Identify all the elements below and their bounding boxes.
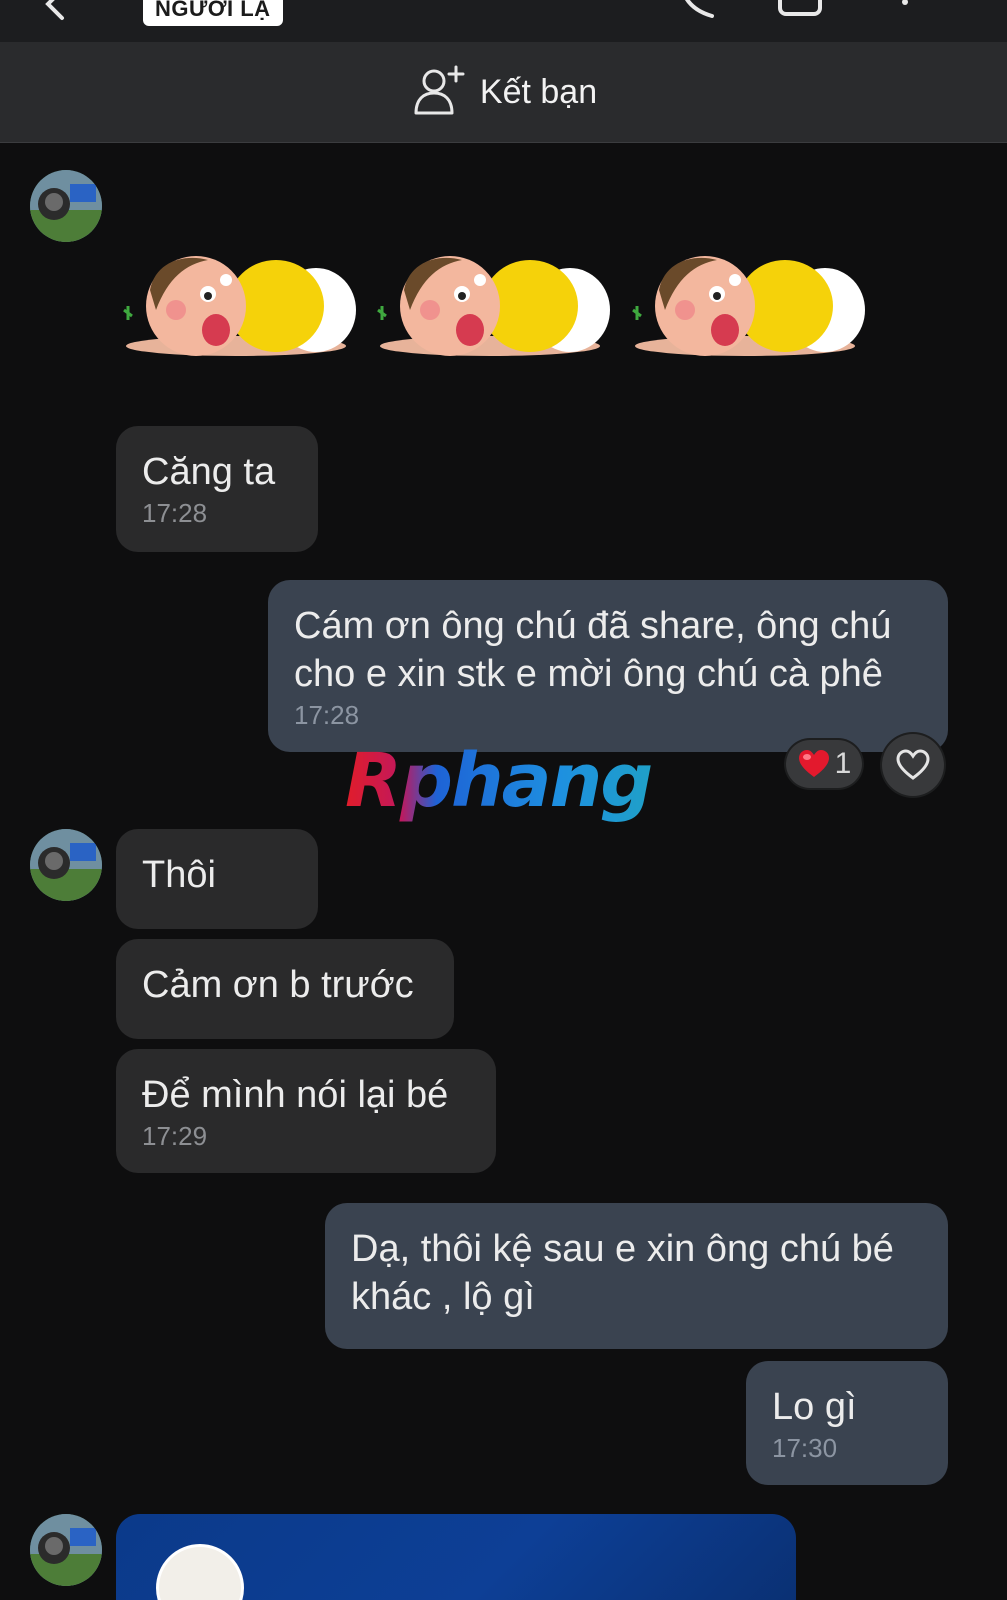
heart-outline-icon <box>896 749 930 780</box>
chat-header: NGƯỜI LẠ <box>0 0 1007 42</box>
message-bubble-received[interactable]: Để mình nói lại bé 17:29 <box>116 1049 496 1173</box>
message-bubble-received[interactable]: Thôi <box>116 829 318 929</box>
add-friend-bar[interactable]: Kết bạn <box>0 42 1007 143</box>
message-text: Dạ, thôi kệ sau e xin ông chú bé khác , … <box>351 1228 894 1318</box>
message-text: Thôi <box>142 854 216 896</box>
message-text: Lo gì <box>772 1386 857 1428</box>
sleeping-baby-sticker[interactable] <box>370 250 610 362</box>
message-text: Để mình nói lại bé <box>142 1074 449 1116</box>
avatar-image <box>30 170 102 242</box>
react-button[interactable] <box>882 734 944 796</box>
message-bubble-sent[interactable]: Dạ, thôi kệ sau e xin ông chú bé khác , … <box>325 1203 948 1349</box>
card-avatar <box>156 1544 244 1600</box>
message-time: 17:28 <box>294 700 360 730</box>
back-arrow-icon[interactable] <box>40 0 80 22</box>
message-time: 17:28 <box>142 498 208 528</box>
sleeping-baby-sticker[interactable] <box>116 250 356 362</box>
sleeping-baby-sticker[interactable] <box>625 250 865 362</box>
contact-avatar[interactable] <box>30 170 102 242</box>
message-bubble-received[interactable]: Cảm ơn b trước <box>116 939 454 1039</box>
message-time: 17:29 <box>142 1121 208 1151</box>
avatar-image <box>30 1514 102 1586</box>
message-text: Căng ta <box>142 451 276 493</box>
shared-contact-card[interactable] <box>116 1514 796 1600</box>
video-call-icon[interactable] <box>776 0 826 22</box>
avatar-image <box>30 829 102 901</box>
heart-icon <box>798 750 829 777</box>
message-bubble-sent[interactable]: Lo gì 17:30 <box>746 1361 948 1485</box>
stranger-badge: NGƯỜI LẠ <box>143 0 283 26</box>
message-time: 17:30 <box>772 1433 838 1463</box>
contact-avatar[interactable] <box>30 829 102 901</box>
message-bubble-received[interactable]: Căng ta 17:28 <box>116 426 318 552</box>
contact-avatar[interactable] <box>30 1514 102 1586</box>
message-text: Cám ơn ông chú đã share, ông chú cho e x… <box>294 605 892 695</box>
more-menu-icon[interactable] <box>890 0 920 22</box>
watermark-logo: Rphang <box>345 738 653 824</box>
reaction-count-badge[interactable]: 1 <box>786 740 862 788</box>
chat-screen: NGƯỜI LẠ Kết bạn Căng ta 17:28 Cám ơn ôn… <box>0 0 1007 1600</box>
message-text: Cảm ơn b trước <box>142 964 414 1006</box>
message-bubble-sent[interactable]: Cám ơn ông chú đã share, ông chú cho e x… <box>268 580 948 752</box>
add-friend-label: Kết bạn <box>479 72 598 111</box>
call-icon[interactable] <box>676 0 720 22</box>
reaction-count: 1 <box>834 747 852 780</box>
add-friend-icon <box>414 65 465 115</box>
